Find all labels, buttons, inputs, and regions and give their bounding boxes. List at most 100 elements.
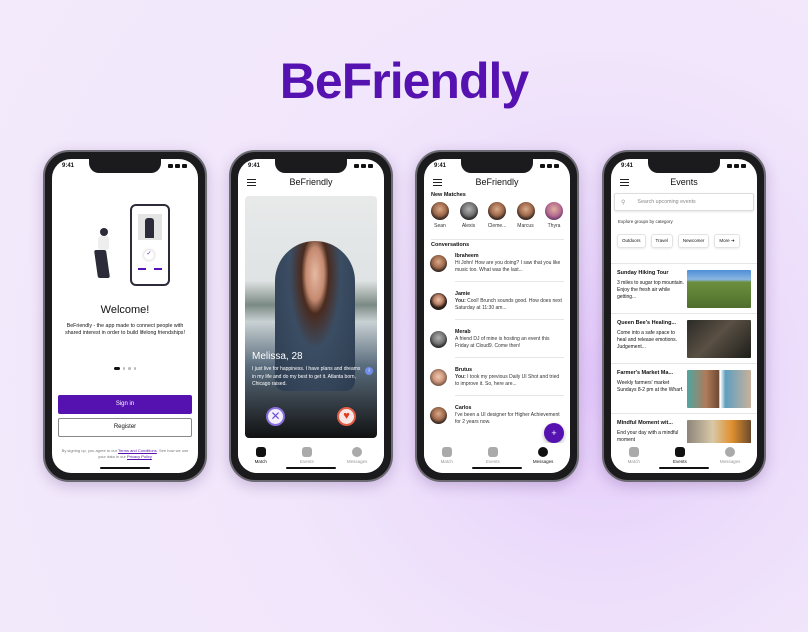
tab-events[interactable]: Events bbox=[673, 447, 687, 473]
conversation-name: Brutus bbox=[455, 367, 473, 373]
home-indicator bbox=[286, 467, 336, 469]
sign-in-button[interactable]: Sign in bbox=[58, 395, 192, 414]
legal-text: By signing up, you agree to our Terms an… bbox=[58, 448, 192, 461]
event-title: Mindful Moment wit... bbox=[617, 420, 673, 426]
match-screen: 9:41 BeFriendly Melissa, 28 I just live … bbox=[238, 159, 384, 473]
search-box[interactable]: ⚲ Search upcoming events bbox=[614, 193, 754, 211]
welcome-screen: 9:41 ✓ Welcome! BeFriendly - the app mad… bbox=[52, 159, 198, 473]
preview-text: Cool! Brunch sounds good. How does next … bbox=[455, 298, 562, 311]
conversation-item[interactable]: Jamie You: Cool! Brunch sounds good. How … bbox=[430, 291, 564, 329]
conversation-name: Merab bbox=[455, 329, 471, 335]
event-title: Sunday Hiking Tour bbox=[617, 270, 669, 276]
match-name: Cleme... bbox=[487, 223, 507, 229]
match-name: Thyra bbox=[547, 223, 561, 229]
privacy-link[interactable]: Privacy Policy bbox=[127, 454, 152, 459]
avatar bbox=[488, 202, 506, 220]
match-avatar-item[interactable]: Marcus bbox=[513, 202, 539, 229]
event-desc: Come into a safe space to heal and relea… bbox=[617, 330, 678, 350]
page-dot-active[interactable] bbox=[113, 367, 120, 370]
info-icon[interactable]: i bbox=[365, 367, 373, 375]
match-avatar-item[interactable]: Alexis bbox=[456, 202, 482, 229]
events-screen: 9:41 Events ⚲ Search upcoming events Exp… bbox=[611, 159, 757, 473]
welcome-body: BeFriendly - the app made to connect peo… bbox=[65, 323, 185, 337]
notch bbox=[89, 159, 161, 173]
chip-travel[interactable]: Travel bbox=[650, 234, 673, 248]
avatar bbox=[430, 255, 447, 272]
chip-more[interactable]: More ➜ bbox=[714, 234, 740, 248]
event-desc: 3 miles to sugar top mountain. Enjoy the… bbox=[617, 280, 684, 300]
terms-link[interactable]: Terms and Conditions bbox=[118, 448, 157, 453]
tab-label: Match bbox=[254, 459, 267, 464]
search-input[interactable]: Search upcoming events bbox=[637, 199, 695, 205]
event-image bbox=[687, 320, 751, 358]
tab-messages[interactable]: Messages bbox=[720, 447, 740, 473]
avatar bbox=[430, 369, 447, 386]
event-card[interactable]: Queen Bee's Healing... Come into a safe s… bbox=[611, 313, 757, 363]
header-title: BeFriendly bbox=[475, 177, 519, 187]
page-dot[interactable] bbox=[122, 367, 126, 370]
chip-newcomer[interactable]: Newcomer bbox=[677, 234, 710, 248]
tab-label: Messages bbox=[346, 459, 368, 464]
phone-match: 9:41 BeFriendly Melissa, 28 I just live … bbox=[229, 150, 393, 482]
match-icon bbox=[628, 447, 639, 457]
status-time: 9:41 bbox=[62, 163, 75, 169]
register-button[interactable]: Register bbox=[58, 418, 192, 437]
tab-label: Messages bbox=[532, 459, 554, 464]
conversation-item[interactable]: Merab A friend DJ of mine is hosting an … bbox=[430, 329, 564, 367]
avatar bbox=[430, 293, 447, 310]
match-avatar-item[interactable]: Cleme... bbox=[484, 202, 510, 229]
messages-screen: 9:41 BeFriendly New Matches Sean Alexis … bbox=[424, 159, 570, 473]
profile-card[interactable]: Melissa, 28 I just live for happiness. I… bbox=[245, 196, 377, 438]
chip-outdoors[interactable]: Outdoors bbox=[617, 234, 646, 248]
avatar bbox=[430, 407, 447, 424]
like-button[interactable]: ♥ bbox=[337, 407, 356, 426]
status-time: 9:41 bbox=[434, 163, 447, 169]
match-name: Alexis bbox=[461, 223, 476, 229]
event-card[interactable]: Farmer's Market Ma... Weekly farmers' mar… bbox=[611, 363, 757, 413]
tab-match[interactable]: Match bbox=[628, 447, 640, 473]
new-message-fab[interactable]: + bbox=[544, 423, 564, 443]
status-icons bbox=[168, 164, 188, 168]
conversation-preview: You: Cool! Brunch sounds good. How does … bbox=[455, 298, 564, 320]
conversation-preview: A friend DJ of mine is hosting an event … bbox=[455, 336, 564, 358]
chip-more-label: More bbox=[719, 238, 730, 243]
tab-match[interactable]: Match bbox=[255, 447, 267, 473]
conversation-preview: You: I took my previous Daily UI Shot an… bbox=[455, 374, 564, 396]
tab-messages[interactable]: Messages bbox=[346, 447, 368, 473]
conversation-name: Carlos bbox=[455, 405, 472, 411]
preview-text: A friend DJ of mine is hosting an event … bbox=[455, 336, 550, 349]
tab-events[interactable]: Events bbox=[300, 447, 314, 473]
page-dot[interactable] bbox=[133, 367, 137, 370]
conversation-name: Ibraheem bbox=[455, 253, 479, 259]
home-indicator bbox=[659, 467, 709, 469]
preview-text: I took my previous Daily UI Shot and tri… bbox=[455, 374, 560, 387]
event-card[interactable]: Sunday Hiking Tour 3 miles to sugar top m… bbox=[611, 263, 757, 313]
conversation-item[interactable]: Brutus You: I took my previous Daily UI S… bbox=[430, 367, 564, 405]
chat-icon bbox=[725, 447, 736, 457]
profile-name: Melissa, 28 bbox=[252, 351, 303, 362]
status-icons bbox=[354, 164, 374, 168]
event-image bbox=[687, 270, 751, 308]
header-title: BeFriendly bbox=[289, 177, 333, 187]
tab-match[interactable]: Match bbox=[441, 447, 453, 473]
avatar bbox=[430, 331, 447, 348]
match-avatar-item[interactable]: Sean bbox=[427, 202, 453, 229]
notch bbox=[648, 159, 720, 173]
match-avatar-item[interactable]: Thyra bbox=[541, 202, 567, 229]
tab-messages[interactable]: Messages bbox=[532, 447, 554, 473]
tab-events[interactable]: Events bbox=[486, 447, 500, 473]
status-icons bbox=[727, 164, 747, 168]
page-dot[interactable] bbox=[128, 367, 131, 370]
conversation-item[interactable]: Carlos I've been a UI designer for Highe… bbox=[430, 405, 564, 443]
avatar bbox=[545, 202, 563, 220]
conversation-name: Jamie bbox=[455, 291, 471, 297]
explore-label: Explore groups by category bbox=[618, 219, 673, 224]
dislike-button[interactable]: ✕ bbox=[266, 407, 285, 426]
ticket-icon bbox=[301, 447, 312, 457]
phone-events: 9:41 Events ⚲ Search upcoming events Exp… bbox=[602, 150, 766, 482]
you-prefix: You: bbox=[455, 298, 466, 304]
tab-label: Match bbox=[440, 459, 453, 464]
new-matches-label: New Matches bbox=[431, 192, 466, 198]
avatar bbox=[431, 202, 449, 220]
conversation-item[interactable]: Ibraheem Hi John! How are you doing? I s… bbox=[430, 253, 564, 291]
